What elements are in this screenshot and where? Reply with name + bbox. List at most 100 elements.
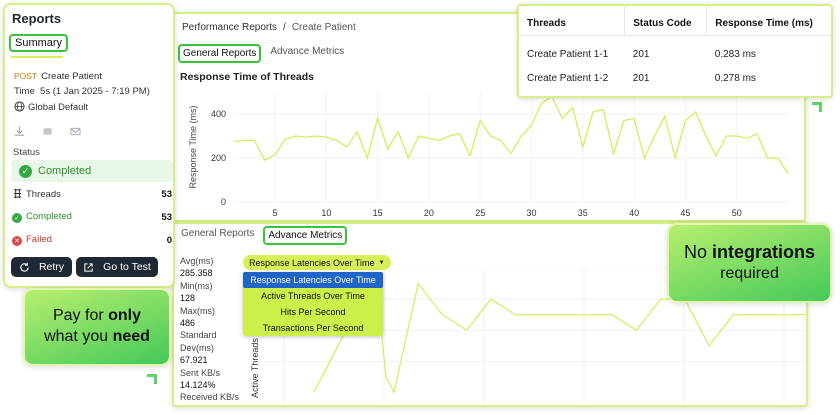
breadcrumb-current: Create Patient — [291, 22, 356, 33]
http-method: POST — [14, 71, 38, 81]
table-cell: Create Patient 1-2 — [527, 73, 609, 84]
table-cell: Create Patient 1-1 — [527, 49, 609, 60]
x-tick-label: 10 — [321, 208, 331, 218]
x-tick-label: 50 — [732, 208, 742, 218]
environment-name: Global Default — [28, 102, 89, 113]
retry-icon — [20, 262, 29, 272]
y-tick-label: 200 — [211, 153, 226, 163]
x-tick-label: 25 — [475, 208, 485, 218]
x-tick-label: 45 — [680, 208, 690, 218]
menu-item[interactable]: Active Threads Over Time — [243, 288, 383, 304]
globe-icon — [14, 101, 25, 112]
x-tick-label: 15 — [373, 208, 383, 218]
threads-table: Threads Status Code Response Time (ms) Cre… — [517, 4, 833, 98]
share-icon[interactable] — [42, 126, 53, 137]
table-row[interactable]: Create Patient 1-2 201 0.278 ms — [519, 60, 831, 84]
menu-item[interactable]: Response Latencies Over Time — [243, 272, 383, 288]
report-actions — [14, 126, 84, 137]
threads-count: 53 — [161, 188, 172, 200]
stat-label: Max(ms) — [180, 305, 215, 316]
time-row: Time 5s (1 Jan 2025 - 7:19 PM) — [14, 86, 150, 97]
x-tick-label: 35 — [578, 208, 588, 218]
summary-underline — [11, 56, 63, 58]
promo-pay-bold-2: need — [112, 328, 150, 345]
tab-general-reports[interactable]: General Reports — [178, 226, 257, 245]
table-cell: 201 — [632, 73, 650, 84]
chart-type-menu: Response Latencies Over Time Active Threa… — [243, 272, 383, 336]
breadcrumb-root[interactable]: Performance Reports — [182, 22, 277, 33]
time-label: Time — [14, 86, 35, 97]
breadcrumb: Performance Reports / Create Patient — [182, 22, 356, 33]
environment-row: Global Default — [14, 101, 88, 113]
table-row[interactable]: Create Patient 1-1 201 0.283 ms — [519, 36, 831, 60]
promo-pay-only-what-you-need: Pay for only what you need — [23, 288, 171, 366]
y-axis-label: Active Threads — [250, 338, 260, 398]
corner-accent — [812, 102, 822, 112]
promo-pay-text-2: what you — [44, 328, 113, 345]
tab-advance-metrics[interactable]: Advance Metrics — [263, 226, 348, 245]
tab-summary[interactable]: Summary — [9, 34, 69, 52]
promo-int-text: No — [683, 242, 712, 262]
stat-label: Min(ms) — [180, 280, 213, 291]
stat-value: 486 — [180, 318, 196, 329]
external-link-icon — [84, 262, 93, 272]
column-header[interactable]: Response Time (ms) — [706, 6, 831, 36]
y-tick-label: 0 — [221, 197, 226, 207]
y-tick-label: 400 — [211, 109, 226, 119]
stat-value: 67.921 — [180, 355, 208, 366]
menu-item[interactable]: Hits Per Second — [243, 304, 383, 320]
response-time-chart: Response Time (ms) 400 200 0 5 10 15 20 25 30 35 40… — [188, 92, 789, 218]
corner-accent — [147, 374, 157, 384]
mail-icon[interactable] — [70, 126, 81, 137]
response-time-series-line — [233, 95, 789, 174]
chevron-down-icon: ▼ — [378, 259, 385, 266]
promo-int-bold: integrations — [712, 242, 816, 262]
retry-label: Retry — [38, 261, 65, 273]
tab-advance-metrics[interactable]: Advance Metrics — [267, 44, 347, 63]
menu-item[interactable]: Transactions Per Second — [243, 320, 383, 336]
promo-no-integrations: No integrations required — [667, 223, 832, 303]
completed-count: 53 — [161, 211, 172, 223]
status-badge: ✓ Completed — [11, 160, 173, 182]
x-tick-label: 40 — [629, 208, 639, 218]
retry-button[interactable]: Retry — [11, 257, 72, 277]
stat-label: Sent KB/s — [180, 367, 221, 378]
stat-value: 30.058% — [180, 404, 248, 406]
stat-value: 14.124% — [180, 380, 216, 391]
stat-value: 285.358 — [180, 268, 213, 279]
threads-stat: Threads 53 — [12, 188, 172, 200]
check-icon: ✓ — [19, 164, 32, 178]
tab-general-reports[interactable]: General Reports — [178, 44, 262, 63]
threads-label: Threads — [26, 189, 61, 200]
chart-type-dropdown[interactable]: Response Latencies Over Time ▼ — [243, 255, 391, 270]
completed-stat: ✓ Completed 53 — [12, 211, 172, 223]
failed-count: 0 — [166, 234, 172, 246]
y-axis-label: Response Time (ms) — [188, 105, 198, 188]
x-tick-label: 30 — [527, 208, 537, 218]
failed-label: Failed — [26, 234, 52, 245]
completed-label: Completed — [26, 211, 72, 222]
x-circle-icon: ✕ — [12, 236, 22, 246]
promo-pay-bold: only — [108, 307, 142, 324]
stat-label: Received KB/s — [180, 392, 240, 403]
column-header[interactable]: Status Code — [624, 6, 707, 36]
time-value: 5s (1 Jan 2025 - 7:19 PM) — [40, 86, 150, 97]
promo-pay-text: Pay for — [52, 307, 109, 324]
reports-title: Reports — [12, 11, 62, 26]
check-circle-icon: ✓ — [12, 213, 22, 223]
stat-label: Avg(ms) — [180, 256, 214, 266]
threads-icon — [13, 188, 22, 199]
stat-value: 128 — [180, 293, 196, 304]
go-to-test-button[interactable]: Go to Test — [76, 257, 158, 277]
metrics-stats: Avg(ms) 285.358 Min(ms) 128 Max(ms) 486 Standa… — [180, 255, 248, 406]
go-to-test-label: Go to Test — [103, 261, 151, 273]
status-value: Completed — [38, 165, 92, 177]
stat-label: Standard Dev(ms) — [180, 330, 217, 353]
column-header[interactable]: Threads — [519, 6, 625, 36]
x-tick-label: 5 — [273, 208, 278, 218]
dropdown-selected: Response Latencies Over Time — [249, 257, 375, 268]
promo-int-sub: required — [720, 265, 779, 282]
status-label: Status — [13, 147, 40, 158]
table-cell: 0.283 ms — [714, 49, 756, 60]
download-icon[interactable] — [14, 126, 25, 137]
